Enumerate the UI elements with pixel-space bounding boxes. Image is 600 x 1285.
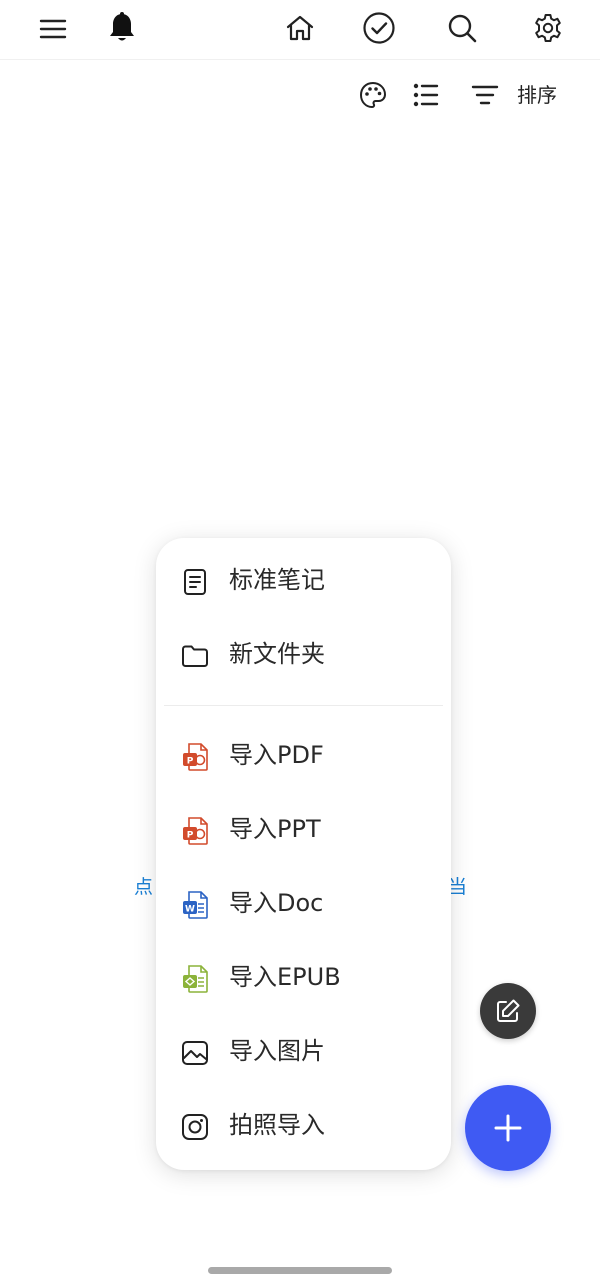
menu-item-label: 标准笔记	[229, 566, 325, 594]
create-popup-menu: 标准笔记 新文件夹 P 导入PDF P 导入PPT W 导入Doc 导入EPUB	[156, 538, 451, 1170]
palette-icon[interactable]	[357, 79, 389, 111]
plus-icon	[494, 1114, 522, 1142]
sort-button[interactable]: 排序	[517, 82, 557, 108]
menu-item-new-folder[interactable]: 新文件夹	[156, 624, 451, 684]
gear-icon[interactable]	[530, 10, 566, 46]
menu-item-label: 新文件夹	[229, 640, 325, 668]
menu-item-label: 导入PPT	[229, 815, 321, 843]
menu-item-import-image[interactable]: 导入图片	[156, 1021, 451, 1081]
top-app-bar	[0, 0, 600, 60]
check-circle-icon[interactable]	[361, 10, 397, 46]
image-icon	[180, 1038, 210, 1068]
menu-item-standard-note[interactable]: 标准笔记	[156, 550, 451, 610]
ppt-file-icon: P	[180, 816, 210, 846]
epub-file-icon	[180, 964, 210, 994]
list-icon[interactable]	[411, 79, 441, 111]
filter-icon[interactable]	[468, 79, 502, 111]
svg-text:P: P	[187, 757, 194, 767]
menu-item-label: 导入EPUB	[229, 963, 341, 991]
menu-item-label: 导入PDF	[229, 741, 324, 769]
document-icon	[180, 567, 210, 597]
menu-item-import-doc[interactable]: W 导入Doc	[156, 873, 451, 933]
menu-divider	[164, 705, 443, 706]
menu-item-label: 导入图片	[229, 1037, 325, 1065]
search-icon[interactable]	[444, 10, 480, 46]
home-indicator[interactable]	[208, 1267, 392, 1274]
empty-hint-fragment-left[interactable]: 点	[134, 872, 153, 899]
menu-item-import-pdf[interactable]: P 导入PDF	[156, 725, 451, 785]
menu-item-label: 拍照导入	[229, 1111, 325, 1139]
svg-text:W: W	[185, 905, 195, 915]
pdf-file-icon: P	[180, 742, 210, 772]
menu-item-label: 导入Doc	[229, 889, 324, 917]
svg-text:P: P	[187, 831, 194, 841]
edit-icon	[497, 999, 520, 1022]
word-file-icon: W	[180, 890, 210, 920]
quick-edit-button[interactable]	[480, 983, 536, 1039]
folder-icon	[180, 641, 210, 671]
menu-icon[interactable]	[36, 12, 70, 46]
list-toolbar: 排序	[0, 70, 600, 120]
add-button[interactable]	[465, 1085, 551, 1171]
menu-item-import-ppt[interactable]: P 导入PPT	[156, 799, 451, 859]
menu-item-camera-import[interactable]: 拍照导入	[156, 1095, 451, 1155]
bell-icon[interactable]	[104, 10, 140, 46]
camera-icon	[180, 1112, 210, 1142]
menu-item-import-epub[interactable]: 导入EPUB	[156, 947, 451, 1007]
home-icon[interactable]	[283, 11, 317, 45]
